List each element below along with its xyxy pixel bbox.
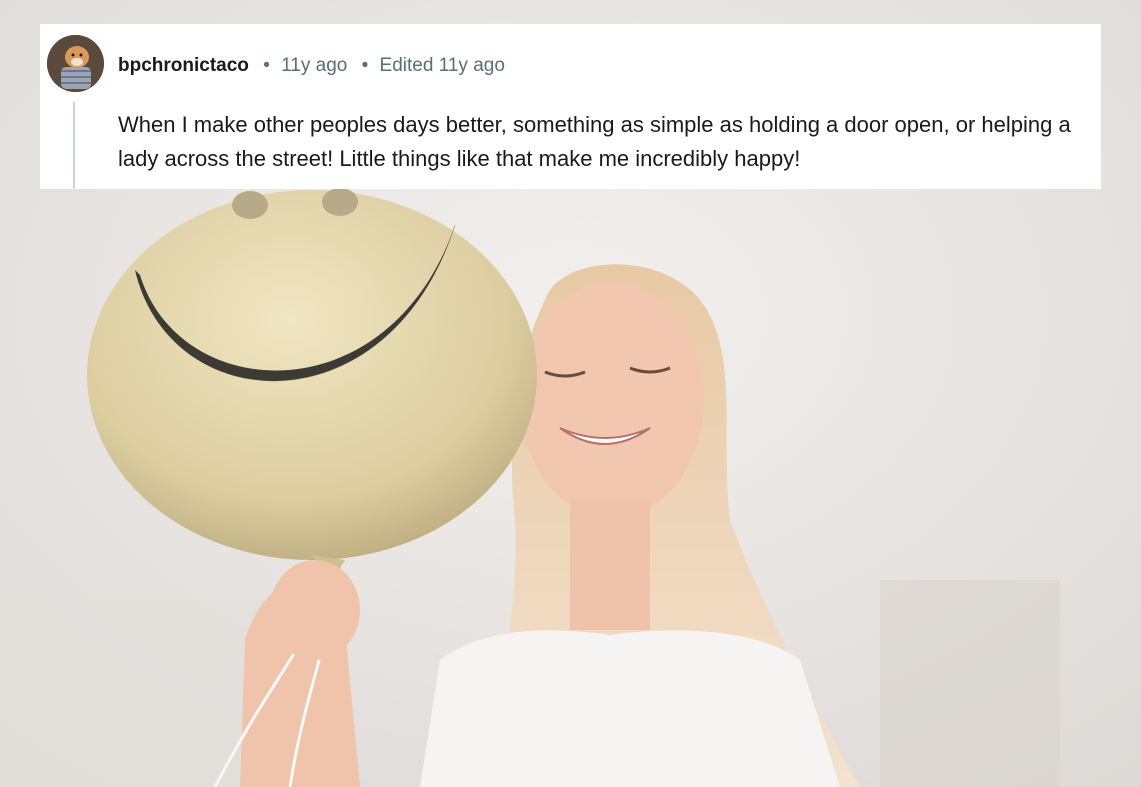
- comment-meta: bpchronictaco • 11y ago • Edited 11y ago: [118, 53, 505, 79]
- user-avatar[interactable]: [47, 35, 104, 92]
- comment-body: When I make other peoples days better, s…: [118, 112, 1071, 171]
- meme-canvas: bpchronictaco • 11y ago • Edited 11y ago…: [0, 0, 1141, 787]
- username-link[interactable]: bpchronictaco: [118, 55, 249, 76]
- thread-line: [73, 102, 75, 189]
- comment-card: bpchronictaco • 11y ago • Edited 11y ago…: [40, 24, 1101, 189]
- meta-separator: •: [263, 55, 270, 76]
- meta-separator: •: [361, 55, 369, 76]
- comment-timestamp[interactable]: 11y ago: [281, 55, 347, 76]
- edited-label: Edited 11y ago: [379, 55, 505, 76]
